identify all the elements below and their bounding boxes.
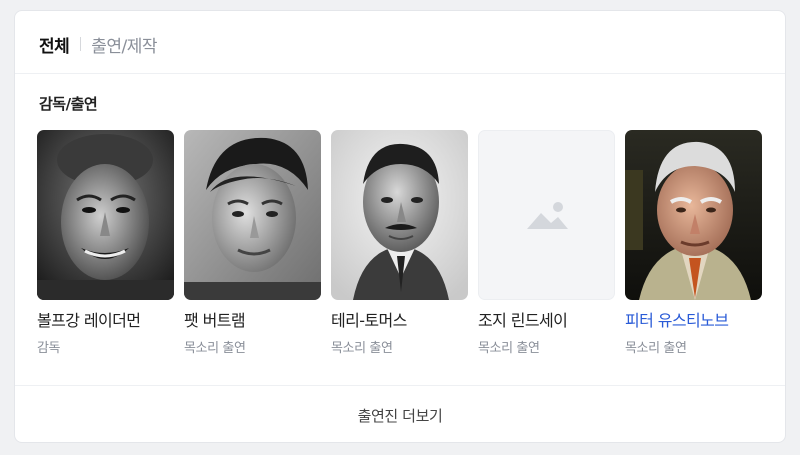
person-name[interactable]: 볼프강 레이더먼 [37, 310, 174, 332]
tab-divider [15, 73, 785, 74]
bw-elderly-man-photo [37, 130, 174, 300]
person-photo[interactable] [478, 130, 615, 300]
person-name-link[interactable]: 피터 유스티노브 [625, 310, 762, 332]
tab-cast-production[interactable]: 출연/제작 [91, 32, 157, 57]
person-card[interactable]: 테리-토머스 목소리 출연 [331, 130, 468, 356]
bw-young-man-photo [184, 130, 321, 300]
tab-separator [80, 37, 82, 51]
person-card[interactable]: 볼프강 레이더먼 감독 [37, 130, 174, 356]
person-name[interactable]: 테리-토머스 [331, 310, 468, 332]
person-photo[interactable] [625, 130, 762, 300]
person-photo[interactable] [37, 130, 174, 300]
person-name[interactable]: 팻 버트램 [184, 310, 321, 332]
person-photo[interactable] [184, 130, 321, 300]
person-name[interactable]: 조지 린드세이 [478, 310, 615, 332]
person-photo[interactable] [331, 130, 468, 300]
person-role: 목소리 출연 [331, 341, 393, 356]
image-placeholder-icon [527, 202, 568, 229]
person-card[interactable]: 팻 버트램 목소리 출연 [184, 130, 321, 356]
person-card[interactable]: 조지 린드세이 목소리 출연 [478, 130, 615, 356]
tab-all[interactable]: 전체 [39, 32, 70, 57]
person-role: 목소리 출연 [478, 341, 540, 356]
more-cast-button[interactable]: 출연진 더보기 [15, 386, 785, 444]
person-role: 감독 [37, 341, 61, 356]
bw-mustached-man-photo [331, 130, 468, 300]
person-role: 목소리 출연 [184, 341, 246, 356]
person-role: 목소리 출연 [625, 341, 687, 356]
tab-bar: 전체 출연/제작 [39, 29, 158, 59]
people-list: 볼프강 레이더먼 감독 팻 버트램 목소리 출연 테리-토머스 목소리 출연 조… [37, 130, 762, 356]
cast-card: 전체 출연/제작 감독/출연 볼프강 레이더먼 감독 팻 버트램 목소리 출연 … [14, 10, 786, 443]
color-elderly-man-photo [625, 130, 762, 300]
section-title: 감독/출연 [39, 95, 98, 113]
person-card[interactable]: 피터 유스티노브 목소리 출연 [625, 130, 762, 356]
